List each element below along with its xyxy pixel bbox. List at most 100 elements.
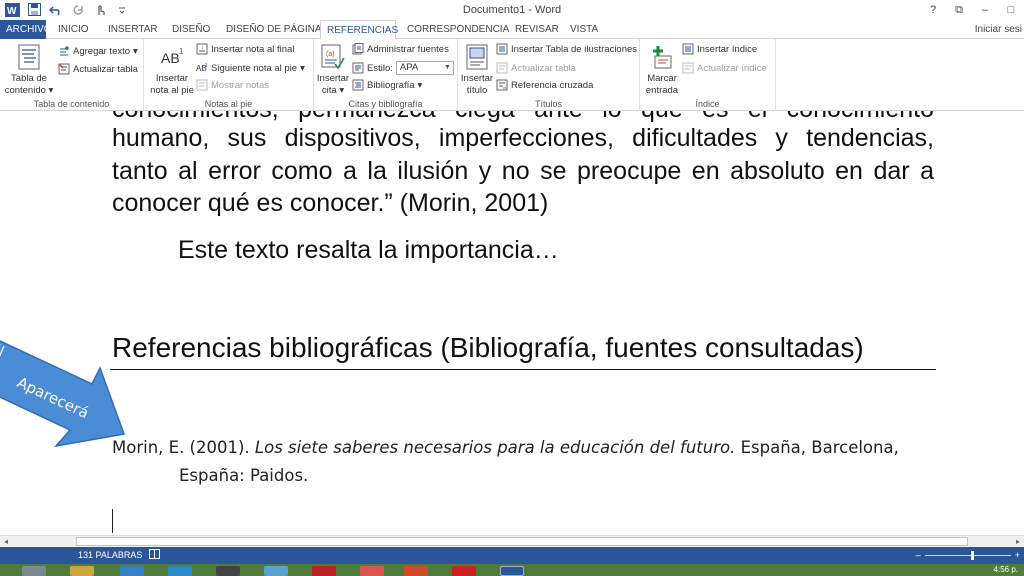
insert-caption-button[interactable]: Insertar título [460, 43, 494, 97]
dropdown-arrow-icon: ▾ [417, 79, 423, 91]
sign-in-link[interactable]: Iniciar sesi [975, 20, 1022, 39]
reference-author: Morin, E. (2001). [112, 438, 255, 457]
group-table-of-contents: Tabla de contenido ▾ Agregar texto ▾ Actu… [0, 39, 144, 111]
chrome-icon[interactable] [264, 566, 288, 576]
insert-footnote-label-1: Insertar [155, 73, 189, 84]
insert-caption-label-2: título [466, 85, 488, 96]
bibliography-entry-line2: España: Paidos. [179, 466, 309, 485]
mark-entry-button[interactable]: Marcar entrada [644, 43, 680, 97]
powerpoint-icon[interactable] [404, 566, 428, 576]
insert-caption-icon [462, 43, 492, 71]
tab-page-layout[interactable]: DISEÑO DE PÁGINA [220, 20, 328, 39]
add-text-label: Agregar texto [73, 45, 131, 57]
tab-design[interactable]: DISEÑO [166, 20, 216, 39]
group-label-toc: Tabla de contenido [33, 99, 110, 109]
zoom-slider-knob[interactable] [970, 550, 974, 560]
zoom-out-button[interactable]: – [916, 550, 921, 560]
group-label-footnotes: Notas al pie [204, 99, 253, 109]
minimize-button[interactable]: – [972, 0, 998, 20]
bibliography-button[interactable]: Bibliografía ▾ [352, 77, 422, 93]
update-index-button[interactable]: Actualizar índice [682, 60, 767, 76]
insert-endnote-label: Insertar nota al final [211, 43, 295, 55]
scroll-right-icon[interactable]: ▸ [1012, 536, 1024, 547]
paragraph-line: humano, sus dispositivos, imperfecciones… [112, 124, 934, 152]
zoom-in-button[interactable]: + [1015, 550, 1020, 560]
dropdown-arrow-icon: ▾ [336, 85, 345, 96]
insert-index-button[interactable]: Insertar índice [682, 41, 757, 57]
svg-text:i: i [202, 45, 203, 51]
body-paragraph: Este texto resalta la importancia… [178, 236, 559, 264]
taskbar-app-icon[interactable] [360, 566, 384, 576]
clock[interactable]: 4:56 p. [994, 565, 1018, 574]
proofing-icon[interactable] [149, 549, 161, 562]
toc-button[interactable]: Tabla de contenido ▾ [4, 43, 54, 97]
add-text-button[interactable]: Agregar texto ▾ [58, 43, 138, 59]
bibliography-label: Bibliografía [367, 79, 415, 91]
insert-citation-label-1: Insertar [316, 73, 350, 84]
next-footnote-label: Siguiente nota al pie [211, 62, 298, 74]
tab-view[interactable]: VISTA [564, 20, 604, 39]
zoom-control: – + [916, 550, 1020, 560]
dropdown-arrow-icon: ▾ [133, 45, 138, 57]
heading-underline [110, 369, 936, 370]
taskbar-app-icon[interactable] [312, 566, 336, 576]
help-button[interactable]: ? [920, 0, 946, 20]
browser-icon[interactable] [120, 566, 144, 576]
update-index-icon [682, 62, 694, 74]
reference-place: España, Barcelona, [735, 438, 899, 457]
insert-footnote-button[interactable]: AB 1 Insertar nota al pie [148, 43, 196, 97]
folder-icon[interactable] [70, 566, 94, 576]
title-bar: W Documento1 - Word ? ⧉ – □ [0, 0, 1024, 20]
word-count[interactable]: 131 PALABRAS [78, 550, 142, 560]
tab-review[interactable]: REVISAR [509, 20, 565, 39]
dropdown-arrow-icon: ▼ [443, 64, 451, 71]
insert-citation-button[interactable]: (a) Insertar cita ▾ [316, 43, 350, 97]
update-table-icon [58, 63, 70, 75]
taskbar-app-icon[interactable] [168, 566, 192, 576]
update-figures-table-label: Actualizar tabla [511, 62, 576, 74]
mark-entry-icon [647, 43, 677, 71]
footnote-icon: AB 1 [157, 43, 187, 71]
ribbon: Tabla de contenido ▾ Agregar texto ▾ Actu… [0, 39, 1024, 111]
update-table-button[interactable]: Actualizar tabla [58, 61, 138, 77]
scroll-left-icon[interactable]: ◂ [0, 536, 12, 547]
word-taskbar-icon[interactable] [500, 566, 524, 576]
tab-mailings[interactable]: CORRESPONDENCIA [401, 20, 515, 39]
style-icon [352, 62, 364, 74]
window-controls: ? ⧉ – □ [920, 0, 1024, 20]
manage-sources-button[interactable]: Administrar fuentes [352, 41, 449, 57]
insert-index-icon [682, 43, 694, 55]
scroll-thumb[interactable] [76, 537, 968, 546]
update-figures-table-button[interactable]: Actualizar tabla [496, 60, 576, 76]
tab-home[interactable]: INICIO [52, 20, 95, 39]
add-text-icon [58, 45, 70, 57]
dropdown-arrow-icon: ▾ [45, 85, 54, 96]
next-footnote-icon: AB 1 [196, 62, 208, 74]
next-footnote-button[interactable]: AB 1 Siguiente nota al pie ▾ [196, 60, 305, 76]
toc-label-1: Tabla de [11, 73, 47, 84]
document-canvas[interactable]: conocimientos, permanezca ciega ante lo … [0, 111, 1024, 535]
maximize-button[interactable]: □ [998, 0, 1024, 20]
tab-references[interactable]: REFERENCIAS [320, 20, 398, 40]
media-player-icon[interactable] [216, 566, 240, 576]
paragraph-line: tanto al error como a la ilusión y no se… [112, 157, 934, 185]
status-bar: 131 PALABRAS – + [0, 547, 1024, 564]
update-table-icon [496, 62, 508, 74]
group-index: Marcar entrada Insertar índice Actualiza… [640, 39, 776, 111]
cross-reference-icon [496, 79, 508, 91]
ribbon-display-button[interactable]: ⧉ [946, 0, 972, 20]
insert-endnote-button[interactable]: i Insertar nota al final [196, 41, 294, 57]
style-dropdown[interactable]: APA ▼ [395, 61, 454, 75]
acrobat-icon[interactable] [452, 566, 476, 576]
insert-table-of-figures-button[interactable]: Insertar Tabla de ilustraciones [496, 41, 637, 57]
tab-insert[interactable]: INSERTAR [102, 20, 164, 39]
taskbar-app-icon[interactable] [22, 566, 46, 576]
tab-file[interactable]: ARCHIVO [0, 20, 52, 39]
insert-table-of-figures-label: Insertar Tabla de ilustraciones [511, 43, 638, 55]
table-of-figures-icon [496, 43, 508, 55]
horizontal-scrollbar[interactable]: ◂ ▸ [0, 535, 1024, 547]
show-notes-button[interactable]: Mostrar notas [196, 77, 269, 93]
cross-reference-button[interactable]: Referencia cruzada [496, 77, 593, 93]
zoom-slider[interactable] [924, 550, 1011, 560]
ribbon-tabs: ARCHIVO INICIO INSERTAR DISEÑO DISEÑO DE… [0, 20, 1024, 40]
